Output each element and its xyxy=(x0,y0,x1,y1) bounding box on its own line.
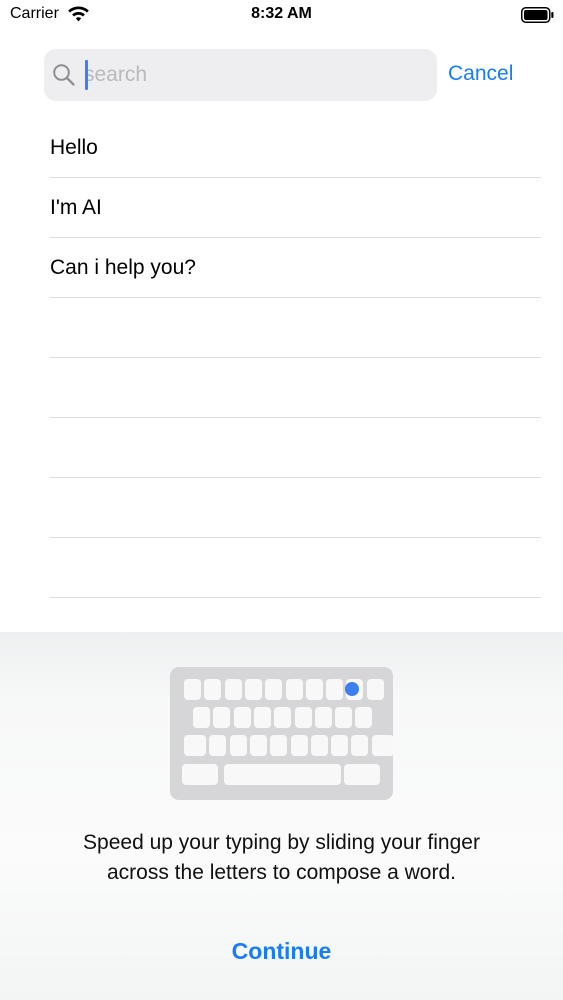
keyboard-key xyxy=(265,679,283,700)
list-item-label: I'm AI xyxy=(50,196,102,219)
keyboard-key xyxy=(213,707,231,728)
text-cursor xyxy=(85,60,88,90)
keyboard-key xyxy=(184,679,201,700)
list-item[interactable]: Hello xyxy=(0,118,563,178)
keyboard-key xyxy=(253,707,271,728)
list-item[interactable] xyxy=(0,538,563,598)
keyboard-key xyxy=(351,735,369,756)
keyboard-key xyxy=(366,679,384,700)
list-item[interactable] xyxy=(0,478,563,538)
search-icon xyxy=(53,64,75,86)
row-divider xyxy=(50,597,541,598)
keyboard-key xyxy=(326,679,344,700)
list-item[interactable]: Can i help you? xyxy=(0,238,563,298)
list-item-label: Can i help you? xyxy=(50,256,196,279)
cancel-button[interactable]: Cancel xyxy=(448,62,513,86)
keyboard-key xyxy=(305,679,323,700)
keyboard-key xyxy=(294,707,312,728)
keyboard-key xyxy=(204,679,222,700)
keyboard-key xyxy=(355,707,373,728)
swipe-keyboard-icon xyxy=(170,667,394,800)
keyboard-key xyxy=(335,707,353,728)
keyboard-key xyxy=(314,707,332,728)
list-item[interactable] xyxy=(0,298,563,358)
keyboard-key xyxy=(224,679,242,700)
list-item-label: Hello xyxy=(50,136,98,159)
swipe-dot xyxy=(345,682,359,696)
status-time: 8:32 AM xyxy=(251,5,312,22)
keyboard-key xyxy=(310,735,328,756)
keyboard-key xyxy=(224,764,341,785)
keyboard-key xyxy=(270,735,288,756)
keyboard-key xyxy=(182,764,218,785)
list-item[interactable]: I'm AI xyxy=(0,178,563,238)
search-field[interactable] xyxy=(44,49,437,101)
keyboard-key xyxy=(274,707,292,728)
results-list: Hello I'm AI Can i help you? xyxy=(0,118,563,598)
continue-button[interactable]: Continue xyxy=(0,938,563,965)
swipe-typing-onboarding: Speed up your typing by sliding your fin… xyxy=(0,632,563,1000)
keyboard-key xyxy=(184,735,206,756)
list-item[interactable] xyxy=(0,358,563,418)
battery-icon xyxy=(521,7,554,23)
keyboard-key xyxy=(209,735,227,756)
search-input[interactable] xyxy=(84,49,424,101)
keyboard-key xyxy=(233,707,251,728)
keyboard-key xyxy=(244,679,262,700)
keyboard-key xyxy=(371,735,394,756)
keyboard-key xyxy=(290,735,308,756)
keyboard-key xyxy=(193,707,210,728)
keyboard-key xyxy=(229,735,247,756)
keyboard-key xyxy=(249,735,267,756)
list-item[interactable] xyxy=(0,418,563,478)
keyboard-key xyxy=(344,764,380,785)
onboarding-message: Speed up your typing by sliding your fin… xyxy=(83,831,480,884)
status-bar: Carrier 8:32 AM xyxy=(0,0,563,30)
keyboard-key xyxy=(285,679,303,700)
keyboard-key xyxy=(331,735,349,756)
